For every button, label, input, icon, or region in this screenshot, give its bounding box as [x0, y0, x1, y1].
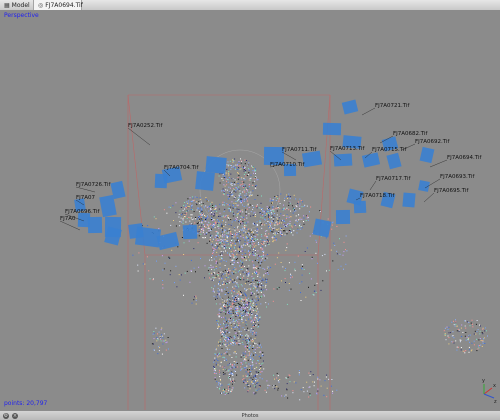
camera-plane[interactable]: [205, 156, 227, 174]
axis-x-label: x: [493, 383, 496, 389]
camera-label: FJ7A0718.Tif: [360, 193, 396, 199]
camera-label: FJ7A0713.Tif: [330, 146, 366, 152]
point-cloud: [132, 158, 488, 401]
camera-plane[interactable]: [353, 200, 367, 214]
camera-label: FJ7A0: [60, 216, 76, 222]
camera-plane[interactable]: [182, 224, 198, 240]
bottom-bar: ⚙ × Photos: [0, 410, 500, 420]
tab-model[interactable]: ▦ Model: [0, 0, 34, 10]
camera-plane[interactable]: [419, 146, 435, 164]
camera-label: FJ7A0710.Tif: [270, 162, 306, 168]
image-icon: ◎: [38, 1, 44, 9]
camera-plane[interactable]: [361, 152, 381, 168]
camera-label: FJ7A0721.Tif: [375, 103, 411, 109]
camera-plane[interactable]: [335, 209, 351, 225]
camera-plane[interactable]: [301, 150, 323, 168]
bounding-box: [127, 94, 331, 410]
camera-label: FJ7A0717.Tif: [376, 176, 412, 182]
camera-label-leader: [369, 180, 377, 191]
camera-label: FJ7A0726.Tif: [76, 182, 112, 188]
camera-label: FJ7A0711.Tif: [282, 147, 318, 153]
camera-label: FJ7A0695.Tif: [434, 188, 470, 194]
camera-label: FJ7A0693.Tif: [440, 174, 476, 180]
camera-label: FJ7A0682.Tif: [393, 131, 429, 137]
camera-label-leader: [361, 107, 376, 116]
camera-plane[interactable]: [87, 216, 103, 234]
3d-viewport[interactable]: FJ7A0721.Tif FJ7A0252.Tif FJ7A0682.Tif FJ7A…: [0, 10, 500, 410]
camera-plane[interactable]: [154, 173, 168, 189]
camera-label-leader: [127, 127, 151, 146]
camera-plane[interactable]: [312, 218, 332, 238]
camera-labels: FJ7A0721.Tif FJ7A0252.Tif FJ7A0682.Tif FJ7A…: [59, 103, 483, 231]
tab-model-label: Model: [11, 1, 30, 9]
camera-label: FJ7A0252.Tif: [128, 123, 164, 129]
camera-label-leader: [429, 159, 448, 168]
axis-z-label: z: [494, 399, 497, 405]
tab-image-label: FJ7A0694.Tif: [45, 1, 83, 9]
camera-plane[interactable]: [341, 99, 359, 115]
camera-label-leader: [59, 220, 81, 231]
camera-label: FJ7A0704.Tif: [164, 165, 200, 171]
point-cloud-scene: FJ7A0721.Tif FJ7A0252.Tif FJ7A0682.Tif FJ7A…: [59, 94, 497, 410]
camera-plane[interactable]: [386, 152, 402, 170]
camera-label: FJ7A0694.Tif: [447, 155, 483, 161]
camera-label: FJ7A0715.Tif: [372, 147, 408, 153]
camera-plane[interactable]: [322, 122, 342, 136]
camera-label-leader: [281, 151, 297, 161]
axis-y-label: y: [482, 378, 485, 384]
camera-label-leader: [423, 192, 435, 203]
axis-gizmo: x y z: [482, 378, 497, 405]
camera-label: FJ7A0696.Tif: [65, 209, 101, 215]
camera-plane[interactable]: [402, 192, 416, 208]
bottom-bar-title: Photos: [241, 413, 259, 419]
app-window: ▦ Model ◎ FJ7A0694.Tif FJ7A0721.Tif FJ7A…: [0, 0, 500, 420]
camera-plane[interactable]: [195, 171, 215, 191]
points-count: points: 20,797: [4, 400, 48, 407]
camera-plane[interactable]: [333, 153, 353, 167]
tab-image[interactable]: ◎ FJ7A0694.Tif: [34, 0, 83, 10]
camera-label: FJ7A0692.Tif: [415, 139, 451, 145]
view-mode-label[interactable]: Perspective: [4, 12, 39, 19]
camera-label: FJ7A07: [76, 195, 96, 201]
model-icon: ▦: [4, 1, 10, 9]
